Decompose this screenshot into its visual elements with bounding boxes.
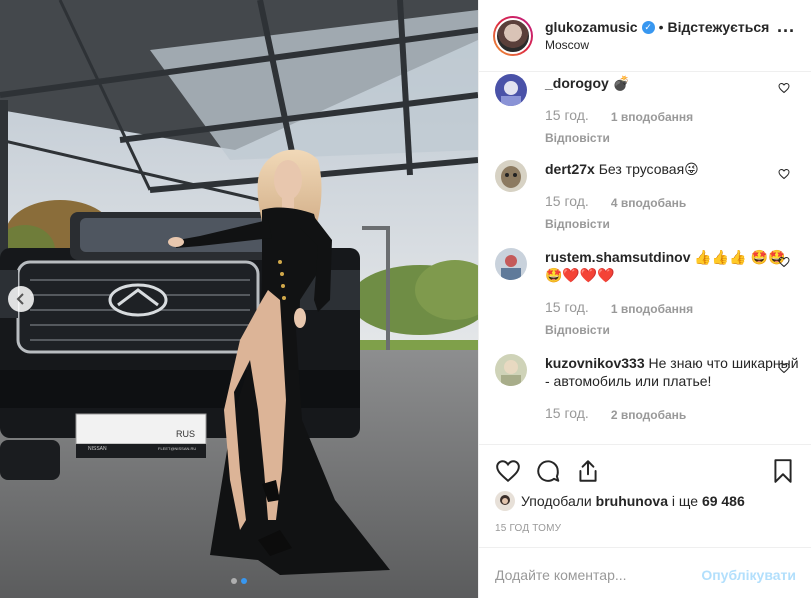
follow-status-button[interactable]: Відстежується — [668, 19, 770, 35]
post-side-panel: glukozamusic ✓ • Відстежується Moscow ··… — [478, 0, 811, 598]
verified-badge-icon: ✓ — [641, 20, 655, 34]
comment-heart-icon[interactable] — [778, 256, 790, 268]
post-photo[interactable]: RUS NISSAN FLEET@NISSAN.RU — [0, 0, 478, 598]
comment-time[interactable]: 15 год. — [545, 192, 589, 212]
comment-heart-icon[interactable] — [778, 82, 790, 94]
separator-dot: • — [658, 19, 664, 35]
prev-photo-button[interactable] — [8, 286, 34, 312]
action-icons-row — [479, 445, 811, 497]
author-username[interactable]: glukozamusic — [545, 19, 638, 35]
comment-likes[interactable]: 4 вподобань — [611, 192, 686, 212]
comment-heart-icon[interactable] — [778, 168, 790, 180]
comment-item: _dorogoy 💣 15 год. 1 вподобання Відповіс… — [495, 74, 800, 147]
comments-list[interactable]: _dorogoy 💣 15 год. 1 вподобання Відповіс… — [479, 72, 811, 444]
liker-avatar[interactable] — [495, 491, 515, 511]
post-timestamp[interactable]: 15 ГОД ТОМУ — [479, 523, 811, 534]
comment-item: kuzovnikov333 Не знаю что шикарный - авт… — [495, 354, 800, 424]
carousel-indicator — [0, 578, 478, 584]
add-comment-bar: Опублікувати — [479, 547, 811, 598]
plate-text: RUS — [176, 429, 195, 439]
commenter-avatar[interactable] — [495, 74, 527, 106]
comment-icon[interactable] — [535, 458, 561, 484]
comment-text: Без трусовая😜 — [598, 161, 699, 177]
post-location[interactable]: Moscow — [545, 38, 769, 52]
likes-count[interactable]: 69 486 — [702, 493, 745, 509]
carousel-dot — [231, 578, 237, 584]
more-options-icon[interactable]: ··· — [777, 22, 795, 40]
comment-likes[interactable]: 1 вподобання — [611, 298, 693, 318]
chevron-left-icon — [16, 293, 24, 305]
commenter-username[interactable]: _dorogoy — [545, 75, 609, 91]
comment-time[interactable]: 15 год. — [545, 106, 589, 126]
post-actions: Уподобали bruhunova і ще 69 486 15 ГОД Т… — [479, 444, 811, 592]
reply-button[interactable]: Відповісти — [545, 215, 800, 233]
comment-input[interactable] — [495, 566, 702, 583]
likes-summary[interactable]: Уподобали bruhunova і ще 69 486 — [479, 491, 811, 511]
commenter-username[interactable]: dert27x — [545, 161, 595, 177]
photo-scene: RUS NISSAN FLEET@NISSAN.RU — [0, 0, 478, 598]
comment-time[interactable]: 15 год. — [545, 298, 589, 318]
share-icon[interactable] — [575, 458, 601, 484]
commenter-avatar[interactable] — [495, 160, 527, 192]
carousel-dot-active — [241, 578, 247, 584]
dealer-subtext: FLEET@NISSAN.RU — [158, 446, 196, 451]
comment-text: 💣 — [612, 75, 631, 91]
reply-button[interactable]: Відповісти — [545, 321, 800, 339]
comment-likes[interactable]: 1 вподобання — [611, 106, 693, 126]
commenter-avatar[interactable] — [495, 248, 527, 280]
dealer-text: NISSAN — [88, 446, 107, 452]
bookmark-icon[interactable] — [770, 458, 796, 484]
reply-button[interactable]: Відповісти — [545, 129, 800, 147]
likes-prefix: Уподобали — [521, 493, 592, 509]
comment-time[interactable]: 15 год. — [545, 404, 589, 424]
heart-icon[interactable] — [495, 458, 521, 484]
publish-button[interactable]: Опублікувати — [701, 567, 796, 583]
liker-username[interactable]: bruhunova — [596, 493, 668, 509]
comment-item: dert27x Без трусовая😜 15 год. 4 вподобан… — [495, 160, 800, 233]
comment-heart-icon[interactable] — [778, 362, 790, 374]
post-header: glukozamusic ✓ • Відстежується Moscow ··… — [479, 0, 811, 72]
comment-item: rustem.shamsutdinov 👍👍👍 🤩🤩🤩❤️❤️❤️ 15 год… — [495, 248, 800, 339]
commenter-username[interactable]: rustem.shamsutdinov — [545, 249, 690, 265]
commenter-username[interactable]: kuzovnikov333 — [545, 355, 645, 371]
author-avatar[interactable] — [493, 15, 533, 56]
likes-middle: і ще — [671, 493, 699, 509]
commenter-avatar[interactable] — [495, 354, 527, 386]
comment-likes[interactable]: 2 вподобань — [611, 404, 686, 424]
